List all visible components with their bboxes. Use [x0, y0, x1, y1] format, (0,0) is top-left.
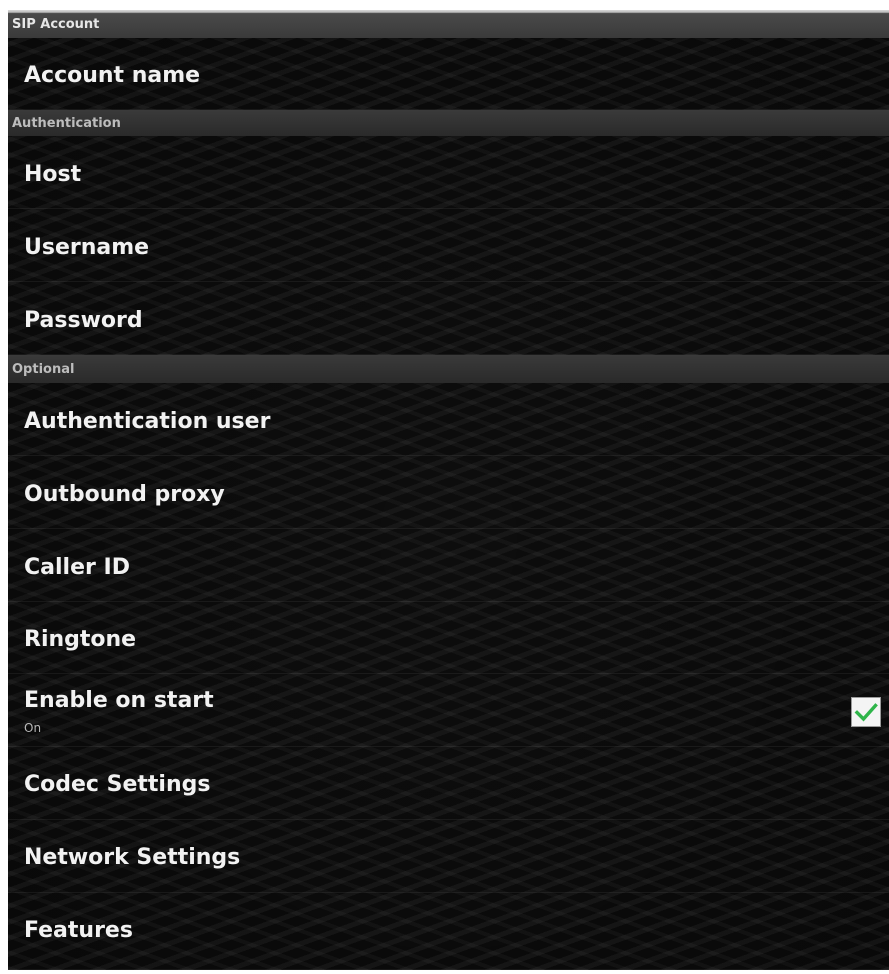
pref-account-name[interactable]: Account name [8, 38, 889, 110]
pref-password[interactable]: Password [8, 282, 889, 355]
pref-network-settings[interactable]: Network Settings [8, 820, 889, 893]
pref-enable-on-start-label: Enable on start [24, 688, 214, 713]
pref-account-name-label: Account name [24, 63, 201, 88]
checkmark-icon [854, 703, 878, 722]
pref-codec-settings-label: Codec Settings [24, 772, 211, 797]
pref-caller-id[interactable]: Caller ID [8, 529, 889, 602]
section-header-authentication: Authentication [8, 110, 889, 136]
pref-host[interactable]: Host [8, 136, 889, 209]
pref-network-settings-label: Network Settings [24, 845, 241, 870]
section-header-optional: Optional [8, 355, 889, 383]
pref-outbound-proxy[interactable]: Outbound proxy [8, 456, 889, 529]
section-header-authentication-label: Authentication [12, 115, 121, 131]
pref-password-label: Password [24, 308, 143, 333]
pref-authentication-user-label: Authentication user [24, 409, 271, 434]
section-header-optional-label: Optional [12, 361, 75, 377]
pref-outbound-proxy-label: Outbound proxy [24, 482, 225, 507]
pref-enable-on-start[interactable]: Enable on start On [8, 674, 889, 747]
pref-caller-id-label: Caller ID [24, 555, 130, 580]
screen-title-label: SIP Account [12, 16, 100, 32]
pref-features-label: Features [24, 918, 133, 943]
pref-ringtone[interactable]: Ringtone [8, 602, 889, 674]
pref-ringtone-label: Ringtone [24, 627, 137, 652]
pref-codec-settings[interactable]: Codec Settings [8, 747, 889, 820]
enable-on-start-checkbox[interactable] [851, 697, 881, 727]
pref-authentication-user[interactable]: Authentication user [8, 383, 889, 456]
pref-features[interactable]: Features [8, 893, 889, 970]
pref-username-label: Username [24, 235, 150, 260]
pref-host-label: Host [24, 162, 82, 187]
screen-title: SIP Account [8, 10, 889, 38]
pref-enable-on-start-summary: On [24, 721, 42, 735]
pref-username[interactable]: Username [8, 209, 889, 282]
preferences-screen: SIP Account Account name Authentication … [8, 10, 889, 970]
